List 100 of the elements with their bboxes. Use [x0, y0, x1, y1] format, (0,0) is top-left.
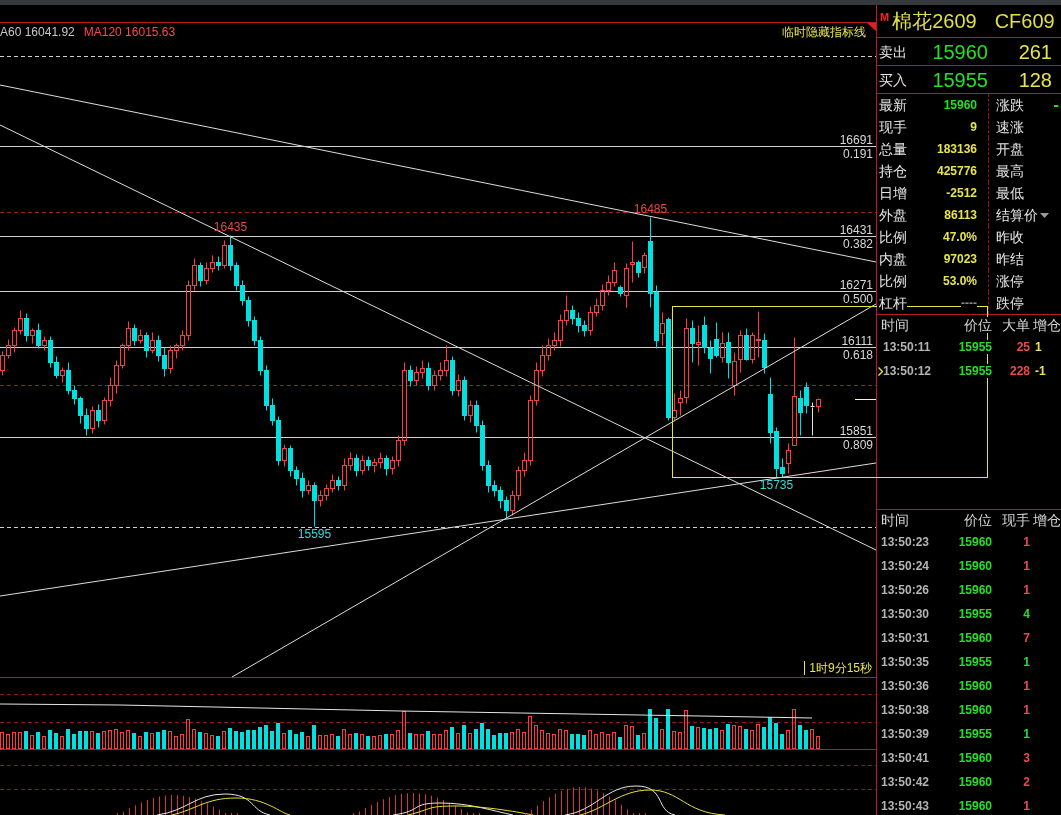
trade-price: 15960	[958, 559, 992, 573]
trade-volume: 3	[1023, 751, 1030, 765]
stat-label: 涨停	[996, 273, 1024, 289]
trade-price: 15955	[958, 364, 992, 378]
stat-label: 结算价	[996, 207, 1038, 223]
column-header: 增仓	[1033, 512, 1061, 528]
trade-price: 15960	[958, 775, 992, 789]
position-change: 1	[1035, 340, 1043, 354]
stat-value: 183136	[936, 142, 977, 156]
trade-price: 15955	[958, 727, 992, 741]
column-header: 价位	[964, 512, 992, 528]
price-tick-label: 16271	[839, 277, 873, 292]
trade-volume: 1	[1023, 703, 1030, 717]
column-header: 时间	[881, 512, 909, 528]
trade-volume: 7	[1023, 631, 1030, 645]
position-change: -1	[1035, 364, 1047, 378]
price-tick-label: 16111	[841, 333, 873, 348]
contract-code: CF609	[994, 9, 1055, 33]
fibonacci-ratio-label: 0.809	[842, 438, 873, 452]
trade-volume: 1	[1023, 583, 1030, 597]
trade-time: 13:50:42	[881, 775, 930, 789]
column-header: 大单	[1002, 317, 1030, 333]
corner-triangle-icon	[867, 23, 876, 31]
stat-label: 杠杆	[877, 295, 907, 311]
stat-label: 昨收	[996, 229, 1024, 245]
trade-price: 15960	[958, 703, 992, 717]
price-tick-label: 15851	[839, 423, 873, 438]
fibonacci-ratio-label: 0.500	[842, 292, 873, 306]
indicator-legend-text: MA120 16015.63	[83, 25, 176, 39]
order-volume: 261	[1017, 40, 1052, 63]
column-header: 现手	[1002, 512, 1030, 528]
stat-label: 比例	[877, 229, 907, 245]
last-price-marker	[854, 399, 876, 400]
stat-label: 现手	[877, 119, 907, 135]
stat-label: 最新	[877, 97, 907, 113]
stat-label: 速涨	[996, 119, 1024, 135]
trade-time: 13:50:43	[881, 799, 930, 813]
market-flag-letter: M	[880, 12, 890, 23]
stat-label: 最低	[996, 185, 1024, 201]
fibonacci-ratio-label: 0.618	[842, 348, 873, 362]
stat-value: -2512	[946, 186, 977, 200]
trade-time: 13:50:23	[881, 535, 930, 549]
trade-price: 15960	[958, 631, 992, 645]
indicator-legend-text: A60 16041.92	[0, 25, 75, 39]
order-volume: 128	[1017, 68, 1052, 91]
stat-value: 97023	[943, 252, 977, 266]
stat-label: 最高	[996, 163, 1024, 179]
trade-time: 13:50:31	[881, 631, 930, 645]
trade-price: 15955	[958, 655, 992, 669]
trade-volume: 228	[1009, 364, 1030, 378]
stat-label: 跌停	[996, 295, 1024, 311]
stat-label: 外盘	[877, 207, 907, 223]
stat-label: 持仓	[877, 163, 907, 179]
order-price: 15960	[931, 40, 988, 63]
trade-volume: 2	[1023, 775, 1030, 789]
trade-volume: 1	[1023, 679, 1030, 693]
trade-volume: 1	[1023, 727, 1030, 741]
trade-volume: 1	[1023, 559, 1030, 573]
column-header: 增仓	[1033, 317, 1061, 333]
price-tick-label: 16691	[839, 132, 873, 147]
stat-label: 昨结	[996, 251, 1024, 267]
trade-time: 13:50:12	[883, 364, 932, 378]
trade-volume: 1	[1023, 535, 1030, 549]
trade-time: 13:50:30	[881, 607, 930, 621]
trade-volume: 1	[1023, 799, 1030, 813]
trade-volume: 1	[1023, 655, 1030, 669]
low-price-label: 15735	[759, 478, 794, 493]
trade-volume: 25	[1016, 340, 1030, 354]
trade-volume: 4	[1023, 607, 1030, 621]
stat-value: 47.0%	[942, 230, 977, 244]
stat-value: -	[1053, 98, 1059, 112]
low-price-label: 15595	[297, 526, 332, 541]
stat-label: 比例	[877, 273, 907, 289]
trade-price: 15960	[958, 535, 992, 549]
contract-name: 棉花2609	[892, 9, 977, 33]
trade-time: 13:50:41	[881, 751, 930, 765]
caret-down-icon[interactable]	[1040, 212, 1049, 218]
stat-label: 总量	[877, 141, 907, 157]
trade-time: 13:50:26	[881, 583, 930, 597]
column-header: 价位	[964, 317, 992, 333]
stat-value: 9	[970, 120, 977, 134]
bar-countdown-text: 1时9分15秒	[804, 661, 872, 675]
stat-label: 开盘	[996, 141, 1024, 157]
trade-price: 15960	[958, 751, 992, 765]
stat-value: 425776	[936, 164, 977, 178]
order-side-label: 买入	[878, 71, 908, 88]
trade-time: 13:50:36	[881, 679, 930, 693]
hide-indicator-lines-link[interactable]: 临时隐藏指标线	[782, 25, 866, 39]
trade-price: 15960	[958, 799, 992, 813]
trade-price: 15955	[958, 340, 992, 354]
order-price: 15955	[931, 68, 988, 91]
trade-time: 13:50:39	[881, 727, 930, 741]
order-side-label: 卖出	[878, 43, 908, 60]
stat-label: 内盘	[877, 251, 907, 267]
stat-value: 86113	[944, 208, 977, 222]
trade-time: 13:50:38	[881, 703, 930, 717]
column-header: 时间	[881, 317, 909, 333]
trade-price: 15960	[958, 583, 992, 597]
stat-value: 53.0%	[942, 274, 977, 288]
stat-label: 涨跌	[996, 97, 1024, 113]
